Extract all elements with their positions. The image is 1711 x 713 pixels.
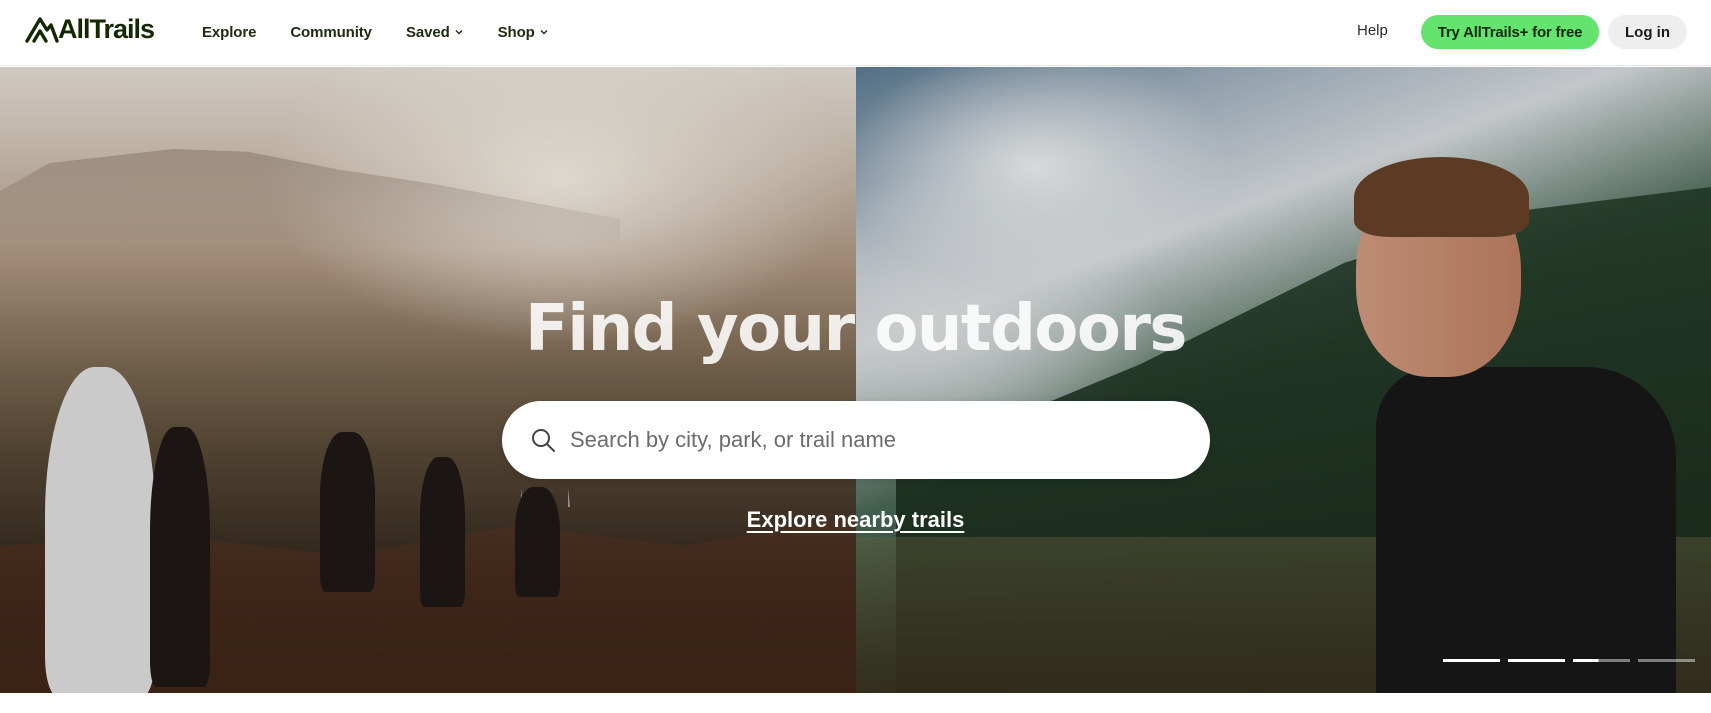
top-nav: AllTrails Explore Community Saved Shop H… bbox=[0, 0, 1711, 66]
search-bar[interactable] bbox=[502, 401, 1210, 479]
nav-explore-label: Explore bbox=[202, 23, 257, 41]
explore-nearby-trails-link[interactable]: Explore nearby trails bbox=[0, 507, 1711, 533]
carousel-dot[interactable] bbox=[1443, 659, 1500, 662]
mountain-logo-icon bbox=[25, 17, 59, 43]
login-button[interactable]: Log in bbox=[1608, 15, 1687, 49]
nav-community-label: Community bbox=[290, 23, 372, 41]
nav-saved-label: Saved bbox=[405, 23, 450, 41]
carousel-dot[interactable] bbox=[1638, 659, 1695, 662]
chevron-down-icon bbox=[455, 30, 463, 35]
chevron-down-icon bbox=[540, 30, 548, 35]
primary-nav: Explore Community Saved Shop bbox=[202, 0, 583, 64]
try-alltrails-plus-button[interactable]: Try AllTrails+ for free bbox=[1421, 15, 1599, 49]
carousel-dot[interactable] bbox=[1573, 659, 1630, 662]
nav-community[interactable]: Community bbox=[290, 24, 372, 41]
nav-saved[interactable]: Saved bbox=[406, 24, 464, 41]
search-icon bbox=[532, 429, 555, 452]
carousel-dot[interactable] bbox=[1508, 659, 1565, 662]
brand-name: AllTrails bbox=[58, 13, 155, 44]
hero-overlay bbox=[0, 67, 1711, 693]
nav-explore[interactable]: Explore bbox=[202, 24, 256, 41]
hero-section: Find your outdoors Explore nearby trails bbox=[0, 67, 1711, 693]
help-link[interactable]: Help bbox=[1357, 22, 1388, 39]
search-input[interactable] bbox=[570, 421, 1170, 459]
hero-title: Find your outdoors bbox=[525, 292, 1187, 366]
carousel-indicators bbox=[1443, 659, 1703, 663]
nav-shop-label: Shop bbox=[497, 23, 535, 41]
nav-shop[interactable]: Shop bbox=[498, 24, 549, 41]
alltrails-logo[interactable]: AllTrails bbox=[25, 13, 155, 44]
